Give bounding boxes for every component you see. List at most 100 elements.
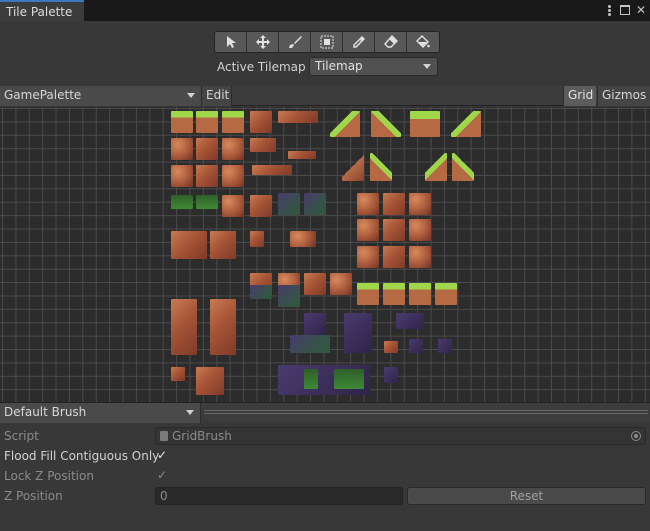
- object-picker-icon[interactable]: [631, 431, 641, 441]
- grid-toggle[interactable]: Grid: [563, 86, 596, 106]
- palette-tile[interactable]: [278, 111, 318, 123]
- box-fill-tool-button[interactable]: [311, 32, 343, 52]
- chevron-down-icon: [187, 93, 195, 98]
- palette-tile[interactable]: [384, 367, 398, 383]
- palette-tile[interactable]: [196, 111, 218, 133]
- palette-tile[interactable]: [171, 195, 193, 209]
- palette-tile[interactable]: [171, 231, 207, 259]
- palette-tile[interactable]: [409, 193, 431, 215]
- palette-tile[interactable]: [222, 111, 244, 133]
- palette-tile[interactable]: [196, 138, 218, 160]
- palette-tile[interactable]: [409, 246, 431, 268]
- palette-tile[interactable]: [342, 153, 364, 181]
- palette-tile[interactable]: [451, 111, 481, 137]
- palette-tile[interactable]: [384, 341, 398, 353]
- picker-tool-button[interactable]: [343, 32, 375, 52]
- palette-tile[interactable]: [290, 335, 330, 353]
- fill-tool-button[interactable]: [407, 32, 439, 52]
- palette-tile[interactable]: [222, 195, 244, 217]
- palette-tile[interactable]: [250, 285, 272, 299]
- palette-tile[interactable]: [357, 193, 379, 215]
- script-value: GridBrush: [172, 429, 232, 443]
- erase-tool-button[interactable]: [375, 32, 407, 52]
- palette-tile[interactable]: [304, 193, 326, 215]
- title-bar: Tile Palette ✕: [0, 0, 650, 21]
- palette-tile[interactable]: [344, 313, 372, 353]
- palette-tile[interactable]: [383, 246, 405, 268]
- palette-tile[interactable]: [278, 193, 300, 215]
- palette-tile[interactable]: [171, 299, 197, 355]
- palette-tile[interactable]: [370, 153, 392, 181]
- palette-tile[interactable]: [438, 339, 452, 353]
- palette-tile[interactable]: [278, 285, 300, 307]
- palette-tile[interactable]: [425, 153, 447, 181]
- palette-tile[interactable]: [290, 231, 316, 247]
- palette-tile[interactable]: [409, 339, 423, 353]
- active-tilemap-dropdown[interactable]: Tilemap: [309, 57, 438, 76]
- paint-tool-button[interactable]: [279, 32, 311, 52]
- palette-tile[interactable]: [410, 111, 440, 137]
- palette-tile[interactable]: [250, 138, 276, 152]
- tool-strip: [214, 31, 440, 53]
- lock-z-checkbox[interactable]: ✓: [155, 468, 169, 482]
- maximize-icon[interactable]: [620, 4, 630, 16]
- edit-palette-button[interactable]: Edit: [202, 86, 232, 106]
- palette-tile[interactable]: [304, 369, 318, 389]
- move-tool-button[interactable]: [247, 32, 279, 52]
- palette-tile[interactable]: [250, 111, 272, 133]
- script-field[interactable]: GridBrush: [155, 427, 646, 445]
- palette-tile[interactable]: [171, 138, 193, 160]
- window-tab[interactable]: Tile Palette: [0, 0, 84, 21]
- palette-tile[interactable]: [250, 231, 264, 247]
- palette-tile[interactable]: [383, 283, 405, 305]
- palette-tile[interactable]: [210, 299, 236, 355]
- palette-tile[interactable]: [171, 367, 185, 381]
- palette-tile[interactable]: [250, 195, 272, 217]
- palette-grid[interactable]: [0, 107, 650, 402]
- palette-tile[interactable]: [452, 153, 474, 181]
- palette-tile[interactable]: [222, 165, 244, 187]
- palette-tile[interactable]: [196, 367, 224, 395]
- eraser-icon: [383, 35, 398, 48]
- palette-tile[interactable]: [371, 111, 401, 137]
- palette-tile[interactable]: [357, 246, 379, 268]
- close-icon[interactable]: ✕: [636, 4, 646, 16]
- lock-z-label: Lock Z Position: [4, 469, 94, 483]
- palette-tile[interactable]: [222, 138, 244, 160]
- brush-dropdown[interactable]: Default Brush: [0, 403, 201, 423]
- palette-name: GamePalette: [4, 88, 82, 102]
- chevron-down-icon: [186, 410, 194, 415]
- palette-tile[interactable]: [409, 219, 431, 241]
- resize-splitter[interactable]: [204, 410, 648, 414]
- reset-button[interactable]: Reset: [407, 487, 646, 505]
- palette-tile[interactable]: [357, 219, 379, 241]
- arrow-cursor-icon: [226, 36, 236, 48]
- palette-tile[interactable]: [435, 283, 457, 305]
- z-position-input[interactable]: 0: [155, 487, 403, 505]
- palette-tile[interactable]: [383, 219, 405, 241]
- palette-tile[interactable]: [196, 165, 218, 187]
- palette-tile[interactable]: [357, 283, 379, 305]
- palette-tile[interactable]: [409, 283, 431, 305]
- palette-tile[interactable]: [288, 151, 316, 159]
- flood-fill-checkbox[interactable]: ✓: [155, 448, 169, 462]
- palette-tile[interactable]: [171, 111, 193, 133]
- palette-tile[interactable]: [210, 231, 236, 259]
- palette-tile[interactable]: [383, 193, 405, 215]
- gizmos-toggle[interactable]: Gizmos: [597, 86, 650, 106]
- palette-dropdown[interactable]: GamePalette: [0, 86, 202, 106]
- paint-bucket-icon: [416, 35, 430, 48]
- palette-tile[interactable]: [330, 273, 352, 295]
- select-tool-button[interactable]: [215, 32, 247, 52]
- palette-tile[interactable]: [396, 313, 424, 329]
- palette-tile[interactable]: [252, 165, 292, 175]
- window-controls: ✕: [604, 3, 646, 17]
- paintbrush-icon: [288, 36, 302, 48]
- palette-tile[interactable]: [304, 313, 326, 335]
- palette-tile[interactable]: [171, 165, 193, 187]
- palette-tile[interactable]: [330, 111, 360, 137]
- palette-tile[interactable]: [304, 273, 326, 295]
- palette-tile[interactable]: [334, 369, 364, 389]
- palette-tile[interactable]: [196, 195, 218, 209]
- more-options-icon[interactable]: [604, 4, 614, 16]
